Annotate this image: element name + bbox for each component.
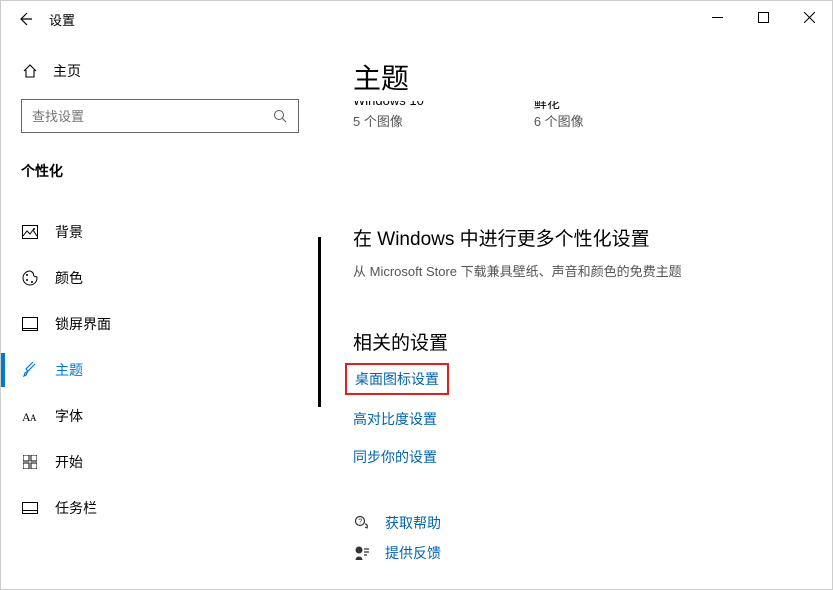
sidebar-item-background[interactable]: 背景	[1, 209, 319, 255]
titlebar: 设置	[1, 1, 832, 37]
taskbar-icon	[21, 502, 39, 514]
sidebar-item-label: 开始	[55, 452, 83, 472]
related-settings-section: 相关的设置 桌面图标设置 高对比度设置 同步你的设置	[353, 328, 832, 467]
maximize-button[interactable]	[740, 1, 786, 33]
related-links: 桌面图标设置 高对比度设置 同步你的设置	[353, 367, 832, 467]
link-desktop-icon-settings[interactable]: 桌面图标设置	[345, 363, 449, 395]
theme-card-right[interactable]: 鲜花 6 个图像	[534, 103, 584, 130]
arrow-left-icon	[17, 11, 33, 27]
sidebar-nav-list: 背景 颜色 锁屏界面	[1, 209, 319, 531]
get-help-label: 获取帮助	[385, 513, 441, 533]
sidebar-item-lockscreen[interactable]: 锁屏界面	[1, 301, 319, 347]
more-personalization-section: 在 Windows 中进行更多个性化设置 从 Microsoft Store 下…	[353, 224, 832, 280]
back-button[interactable]	[9, 3, 41, 35]
sidebar: 主页 个性化 背景	[1, 37, 319, 589]
home-icon	[21, 63, 39, 79]
sidebar-section-header: 个性化	[1, 143, 319, 189]
close-icon	[804, 12, 815, 23]
sidebar-item-taskbar[interactable]: 任务栏	[1, 485, 319, 531]
sidebar-item-label: 主题	[55, 360, 83, 380]
main-panel: 主题 Windows 10 5 个图像 鲜花 6 个图像 在 Windows 中…	[319, 37, 832, 589]
picture-icon	[21, 225, 39, 239]
theme-card-left[interactable]: Windows 10 5 个图像	[353, 103, 424, 130]
related-settings-title: 相关的设置	[353, 328, 832, 355]
sidebar-item-label: 锁屏界面	[55, 314, 111, 334]
sidebar-item-start[interactable]: 开始	[1, 439, 319, 485]
minimize-button[interactable]	[694, 1, 740, 33]
search-box[interactable]	[21, 99, 299, 133]
more-personalization-title: 在 Windows 中进行更多个性化设置	[353, 224, 832, 251]
settings-window: 设置 主页	[0, 0, 833, 590]
maximize-icon	[758, 12, 769, 23]
theme-info-row: Windows 10 5 个图像 鲜花 6 个图像	[353, 103, 832, 130]
palette-icon	[21, 270, 39, 286]
theme-name-right: 鲜花	[534, 101, 560, 111]
help-section: ? 获取帮助 提供反馈	[353, 513, 832, 563]
content-area: 主页 个性化 背景	[1, 37, 832, 589]
search-icon	[272, 109, 288, 123]
brush-icon	[21, 362, 39, 378]
svg-text:?: ?	[358, 519, 362, 526]
sidebar-item-colors[interactable]: 颜色	[1, 255, 319, 301]
svg-text:A: A	[30, 413, 37, 423]
sidebar-item-label: 任务栏	[55, 498, 97, 518]
font-icon: AA	[21, 409, 39, 423]
feedback-item[interactable]: 提供反馈	[353, 543, 832, 563]
window-title: 设置	[49, 10, 75, 29]
sidebar-home[interactable]: 主页	[1, 53, 319, 89]
feedback-icon	[353, 545, 371, 561]
sidebar-item-label: 背景	[55, 222, 83, 242]
feedback-label: 提供反馈	[385, 543, 441, 563]
page-title: 主题	[353, 57, 832, 97]
get-help-item[interactable]: ? 获取帮助	[353, 513, 832, 533]
theme-name-left: Windows 10	[353, 101, 424, 108]
start-icon	[21, 455, 39, 469]
search-input[interactable]	[32, 109, 272, 124]
more-personalization-subtitle: 从 Microsoft Store 下载兼具壁纸、声音和颜色的免费主题	[353, 261, 832, 280]
theme-count-left: 5 个图像	[353, 111, 424, 130]
sidebar-item-label: 颜色	[55, 268, 83, 288]
window-controls	[694, 1, 832, 33]
sidebar-item-themes[interactable]: 主题	[1, 347, 319, 393]
search-container	[1, 89, 319, 143]
link-sync-settings[interactable]: 同步你的设置	[353, 447, 832, 467]
theme-count-right: 6 个图像	[534, 111, 584, 130]
sidebar-item-label: 字体	[55, 406, 83, 426]
close-button[interactable]	[786, 1, 832, 33]
sidebar-home-label: 主页	[53, 61, 81, 81]
minimize-icon	[712, 12, 723, 23]
link-high-contrast-settings[interactable]: 高对比度设置	[353, 409, 832, 429]
lockscreen-icon	[21, 317, 39, 331]
help-icon: ?	[353, 515, 371, 531]
sidebar-item-fonts[interactable]: AA 字体	[1, 393, 319, 439]
